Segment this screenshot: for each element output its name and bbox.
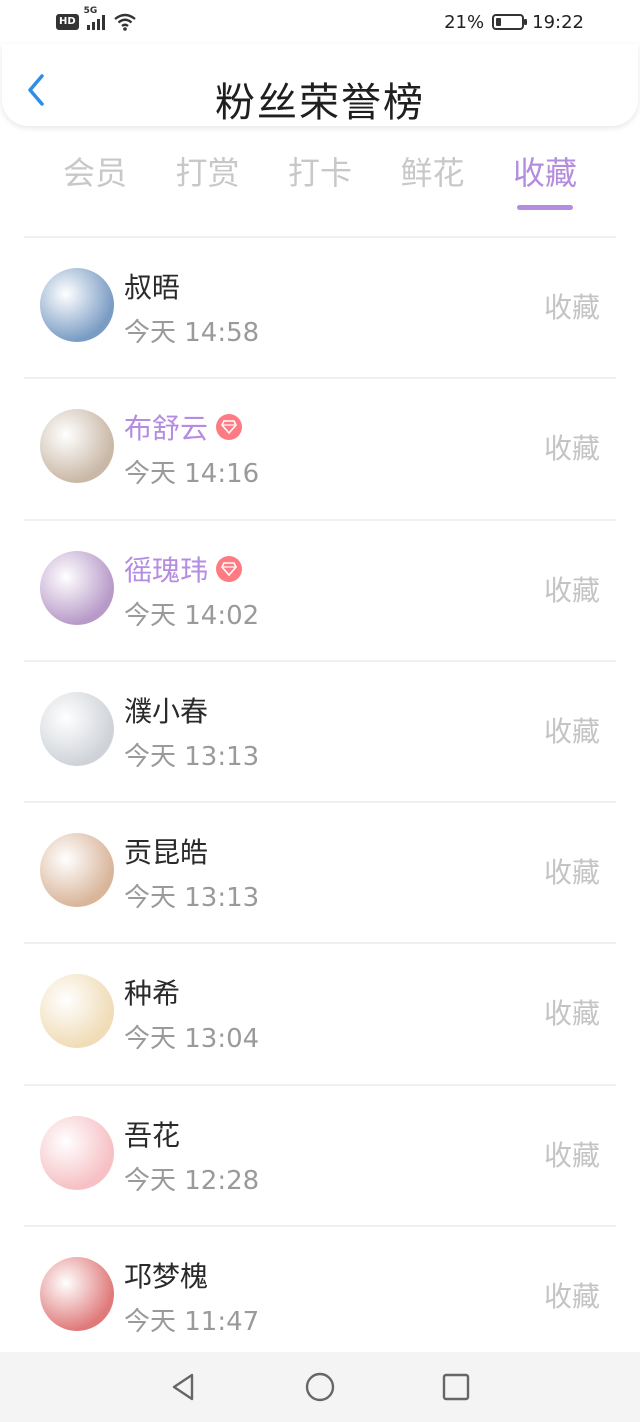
name-line: 邛梦槐 bbox=[124, 1255, 208, 1295]
favorite-label: 收藏 bbox=[543, 1280, 600, 1314]
list-item[interactable]: 濮小春 今天 13:13 收藏 bbox=[24, 662, 616, 804]
name-line: 布舒云 bbox=[124, 407, 243, 447]
list-item[interactable]: 吾花 今天 12:28 收藏 bbox=[24, 1086, 616, 1228]
user-name: 贡昆皓 bbox=[124, 836, 209, 870]
favorite-label: 收藏 bbox=[543, 291, 600, 324]
user-name: 濮小春 bbox=[124, 694, 209, 728]
user-name: 吾花 bbox=[124, 1118, 181, 1152]
triangle-back-icon[interactable] bbox=[168, 1371, 200, 1403]
user-name: 邛梦槐 bbox=[124, 1260, 209, 1294]
avatar[interactable] bbox=[40, 1115, 114, 1190]
list-item[interactable]: 叔晤 今天 14:58 收藏 bbox=[24, 238, 616, 380]
timestamp: 今天 13:13 bbox=[124, 883, 260, 914]
timestamp: 今天 13:13 bbox=[124, 741, 260, 772]
network-type-label: 5G bbox=[83, 6, 98, 16]
name-line: 吾花 bbox=[124, 1114, 180, 1154]
status-left: HD 5G bbox=[56, 6, 137, 31]
timestamp: 今天 14:16 bbox=[124, 459, 260, 490]
clock: 19:22 bbox=[532, 11, 584, 33]
square-recents-icon[interactable] bbox=[440, 1371, 472, 1403]
status-right: 21% 19:22 bbox=[444, 12, 584, 33]
tab-membership[interactable]: 会员 bbox=[40, 148, 150, 212]
avatar[interactable] bbox=[40, 974, 114, 1049]
battery-percent: 21% bbox=[444, 11, 485, 33]
avatar[interactable] bbox=[40, 833, 114, 908]
battery-icon bbox=[492, 14, 528, 30]
favorite-label: 收藏 bbox=[543, 573, 600, 607]
avatar[interactable] bbox=[40, 409, 114, 484]
list-item[interactable]: 贡昆皓 今天 13:13 收藏 bbox=[24, 803, 616, 945]
avatar[interactable] bbox=[40, 691, 114, 766]
list-item[interactable]: 徭瑰玮 今天 14:02 收藏 bbox=[24, 521, 616, 662]
screen: HD 5G 21% 19:22 粉丝荣誉榜 会员 打赏 打卡 鲜花 收藏 叔晤 … bbox=[0, 0, 640, 1422]
user-name: 种希 bbox=[124, 977, 181, 1011]
avatar[interactable] bbox=[40, 268, 114, 342]
timestamp: 今天 12:28 bbox=[124, 1165, 260, 1196]
tab-favorites[interactable]: 收藏 bbox=[490, 148, 600, 212]
name-line: 种希 bbox=[124, 972, 180, 1012]
name-line: 濮小春 bbox=[124, 690, 208, 730]
list-item[interactable]: 种希 今天 13:04 收藏 bbox=[24, 944, 616, 1086]
tab-flowers[interactable]: 鲜花 bbox=[378, 148, 488, 212]
timestamp: 今天 13:04 bbox=[124, 1024, 260, 1055]
status-bar: HD 5G 21% 19:22 bbox=[0, 0, 640, 44]
list-item[interactable]: 布舒云 今天 14:16 收藏 bbox=[24, 379, 616, 521]
name-line: 贡昆皓 bbox=[124, 831, 208, 871]
user-name: 布舒云 bbox=[124, 412, 209, 446]
user-name: 叔晤 bbox=[124, 271, 181, 304]
favorite-label: 收藏 bbox=[543, 714, 600, 748]
avatar[interactable] bbox=[40, 1257, 114, 1332]
name-line: 叔晤 bbox=[124, 266, 180, 306]
tab-checkin[interactable]: 打卡 bbox=[265, 148, 375, 212]
timestamp: 今天 14:02 bbox=[124, 600, 260, 631]
fan-list: 叔晤 今天 14:58 收藏 布舒云 今天 14:16 收藏 徭瑰玮 今天 14… bbox=[24, 238, 616, 1368]
user-name: 徭瑰玮 bbox=[124, 553, 209, 587]
diamond-icon bbox=[216, 555, 243, 582]
list-item[interactable]: 邛梦槐 今天 11:47 收藏 bbox=[24, 1227, 616, 1368]
name-line: 徭瑰玮 bbox=[124, 549, 243, 589]
circle-home-icon[interactable] bbox=[304, 1371, 336, 1403]
favorite-label: 收藏 bbox=[543, 997, 600, 1031]
hd-icon: HD bbox=[56, 14, 79, 30]
timestamp: 今天 14:58 bbox=[124, 318, 260, 348]
header: 粉丝荣誉榜 bbox=[2, 44, 638, 126]
tab-bar: 会员 打赏 打卡 鲜花 收藏 bbox=[40, 148, 600, 212]
favorite-label: 收藏 bbox=[543, 432, 600, 466]
favorite-label: 收藏 bbox=[543, 1138, 600, 1172]
wifi-icon bbox=[113, 13, 136, 31]
page-title: 粉丝荣誉榜 bbox=[215, 80, 425, 126]
tab-tipping[interactable]: 打赏 bbox=[153, 148, 263, 212]
timestamp: 今天 11:47 bbox=[124, 1307, 260, 1338]
favorite-label: 收藏 bbox=[543, 856, 600, 890]
diamond-icon bbox=[216, 414, 243, 441]
cellular-signal-icon: 5G bbox=[84, 6, 105, 30]
system-nav-bar bbox=[0, 1352, 640, 1422]
avatar[interactable] bbox=[40, 550, 114, 625]
